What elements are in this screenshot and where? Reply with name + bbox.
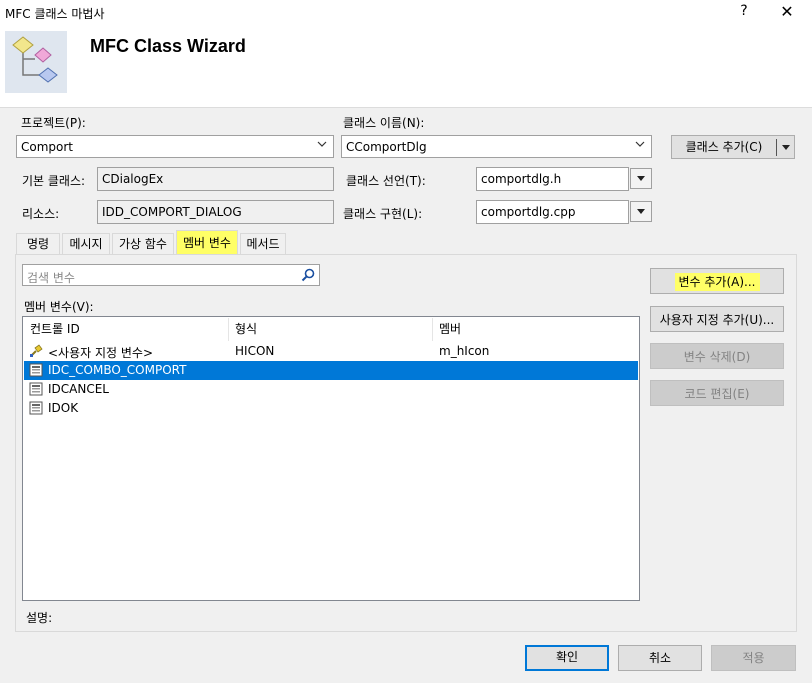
tab-messages[interactable]: 메시지 [62, 233, 110, 255]
row-type: HICON [235, 344, 275, 358]
class-decl-label: 클래스 선언(T): [346, 174, 426, 188]
close-button[interactable]: ✕ [772, 2, 802, 24]
apply-button[interactable]: 적용 [711, 645, 796, 671]
add-variable-button[interactable]: 변수 추가(A)... [650, 268, 784, 294]
class-wizard-icon [5, 31, 67, 93]
add-class-button[interactable]: 클래스 추가(C) [671, 135, 795, 159]
class-impl-label: 클래스 구현(L): [343, 207, 423, 221]
member-vars-label: 멤버 변수(V): [24, 300, 94, 314]
description-label: 설명: [26, 611, 53, 625]
edit-code-button[interactable]: 코드 편집(E) [650, 380, 784, 406]
control-id-icon [29, 401, 43, 415]
class-impl-field[interactable]: comportdlg.cpp [476, 200, 629, 224]
table-row[interactable]: <사용자 지정 변수> HICON m_hIcon [24, 342, 638, 361]
help-button[interactable]: ? [734, 3, 754, 23]
add-class-label: 클래스 추가(C) [685, 140, 763, 154]
search-icon[interactable] [300, 267, 316, 283]
resource-value: IDD_COMPORT_DIALOG [102, 205, 242, 219]
project-combo[interactable]: Comport [16, 135, 334, 158]
split-separator [776, 139, 777, 156]
tab-member-variables[interactable]: 멤버 변수 [176, 230, 238, 255]
control-id-icon [29, 363, 43, 377]
class-decl-dropdown-button[interactable] [630, 168, 652, 189]
project-label: 프로젝트(P): [21, 116, 86, 130]
chevron-down-icon [635, 141, 645, 147]
window-title: MFC 클래스 마법사 [5, 7, 105, 21]
page-title: MFC Class Wizard [90, 36, 246, 56]
base-class-value: CDialogEx [102, 172, 164, 186]
title-bar: MFC 클래스 마법사 ? ✕ [0, 0, 812, 26]
class-name-combo[interactable]: CComportDlg [341, 135, 652, 158]
search-input[interactable]: 검색 변수 [22, 264, 320, 286]
class-impl-value: comportdlg.cpp [481, 205, 576, 219]
class-impl-dropdown-button[interactable] [630, 201, 652, 222]
ok-button[interactable]: 확인 [525, 645, 609, 671]
resource-field: IDD_COMPORT_DIALOG [97, 200, 334, 224]
base-class-label: 기본 클래스: [22, 174, 86, 188]
base-class-field: CDialogEx [97, 167, 334, 191]
tab-methods[interactable]: 메서드 [240, 233, 286, 255]
column-header-control-id[interactable]: 컨트롤 ID [24, 318, 229, 341]
row-member: m_hIcon [439, 344, 490, 358]
search-placeholder: 검색 변수 [27, 271, 75, 285]
control-id-icon [29, 382, 43, 396]
project-value: Comport [21, 140, 74, 154]
table-row[interactable]: IDC_COMBO_COMPORT [24, 361, 638, 380]
class-decl-value: comportdlg.h [481, 172, 562, 186]
chevron-down-icon [317, 141, 327, 147]
dropdown-arrow-icon[interactable] [782, 145, 790, 150]
table-row[interactable]: IDCANCEL [24, 380, 638, 399]
cancel-button[interactable]: 취소 [618, 645, 702, 671]
column-header-type[interactable]: 형식 [229, 318, 433, 341]
add-custom-button[interactable]: 사용자 지정 추가(U)... [650, 306, 784, 332]
class-decl-field[interactable]: comportdlg.h [476, 167, 629, 191]
custom-variable-icon [30, 344, 43, 357]
wizard-header: MFC Class Wizard [0, 26, 812, 108]
tab-virtual-functions[interactable]: 가상 함수 [112, 233, 174, 255]
member-variables-list[interactable]: 컨트롤 ID 형식 멤버 <사용자 지정 변수> HICON m_hIcon I… [22, 316, 640, 601]
column-header-member[interactable]: 멤버 [433, 318, 639, 341]
row-control-id: IDCANCEL [48, 382, 109, 396]
row-control-id: IDOK [48, 401, 79, 415]
row-control-id: IDC_COMBO_COMPORT [48, 363, 187, 377]
class-name-label: 클래스 이름(N): [343, 116, 425, 130]
class-name-value: CComportDlg [346, 140, 427, 154]
add-variable-label: 변수 추가(A)... [674, 273, 760, 291]
table-row[interactable]: IDOK [24, 399, 638, 418]
tab-commands[interactable]: 명령 [16, 233, 60, 255]
resource-label: 리소스: [22, 207, 60, 221]
delete-variable-button[interactable]: 변수 삭제(D) [650, 343, 784, 369]
row-control-id: <사용자 지정 변수> [48, 346, 154, 360]
